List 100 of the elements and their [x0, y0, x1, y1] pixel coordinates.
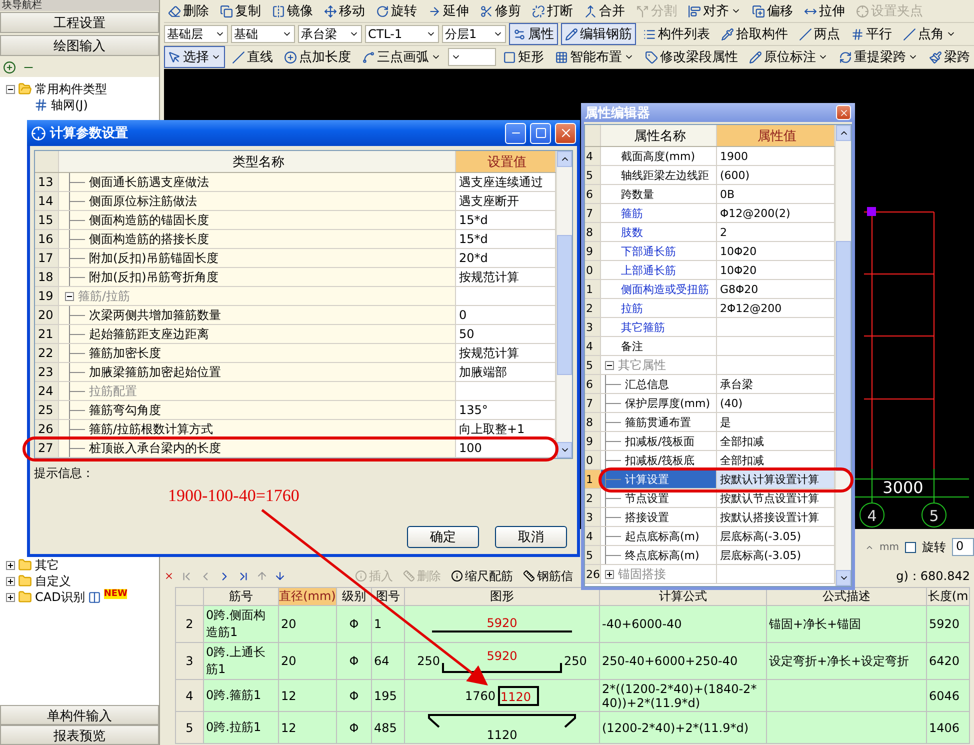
rotate-icon [376, 4, 389, 18]
toolbar-button[interactable]: 直线 [228, 46, 277, 68]
toolbar-button[interactable]: 重提梁跨 [835, 46, 922, 68]
toolbar-button[interactable]: 梁跨 [925, 46, 974, 68]
checkbox[interactable] [905, 542, 916, 552]
ok-button[interactable]: 确定 [407, 526, 479, 548]
toolbar-button[interactable]: 拾取构件 [717, 23, 792, 45]
property-name[interactable]: 计算设置 [601, 470, 717, 488]
mirror-icon [272, 4, 285, 18]
property-value[interactable]: 承台梁 [717, 375, 835, 393]
expander-icon[interactable] [605, 570, 614, 578]
expander-icon[interactable] [6, 84, 15, 94]
toolbar-button[interactable]: 平行 [847, 23, 896, 45]
column-header[interactable]: 直径(mm) [278, 588, 336, 606]
column-header[interactable]: 级别 [336, 588, 372, 606]
close-icon[interactable] [164, 571, 174, 581]
expander-icon[interactable] [6, 576, 15, 586]
dropdown[interactable]: 基础 [231, 25, 295, 43]
setting-value[interactable]: 遇支座断开 [456, 192, 556, 210]
toolbar-button[interactable]: 两点 [795, 23, 844, 45]
toolbar-button[interactable]: 删除 [164, 0, 213, 22]
toolbar-button[interactable]: 修改梁段属性 [641, 46, 742, 68]
tree-item[interactable]: 常用构件类型 [35, 80, 107, 98]
setting-value[interactable]: 遇支座连续通过 [456, 173, 556, 191]
row-number: 25 [35, 401, 59, 419]
toolbar-button[interactable]: 修剪 [476, 0, 525, 22]
close-button[interactable] [555, 122, 576, 144]
toolbar-button[interactable]: 原位标注 [745, 46, 832, 68]
property-value[interactable]: 层底标高(-3.05) [717, 546, 835, 564]
toolbar-button[interactable]: 延伸 [424, 0, 473, 22]
last-icon[interactable] [237, 570, 250, 582]
nav-tab[interactable]: 工程设置 [0, 12, 159, 33]
close-button[interactable] [836, 105, 851, 120]
toolbar-button[interactable]: 合并 [580, 0, 629, 22]
dropdown[interactable]: 分层1 [442, 25, 506, 43]
toolbar-button[interactable]: 属性 [509, 23, 558, 45]
toolbar-button[interactable]: 镜像 [268, 0, 317, 22]
toolbar-button[interactable]: 对齐 [684, 0, 745, 22]
dropdown[interactable]: 基础层 [164, 25, 228, 43]
column-header[interactable]: 公式描述 [766, 588, 926, 606]
toolbar-button[interactable]: 打断 [528, 0, 577, 22]
column-header[interactable]: 图形 [404, 588, 600, 606]
nav-tab[interactable]: 报表预览 [0, 725, 159, 745]
expander-icon[interactable] [6, 592, 15, 602]
table-cell: 0跨.箍筋1 [204, 680, 278, 712]
row-number: 2 [585, 489, 601, 507]
cancel-button[interactable]: 取消 [495, 526, 567, 548]
move-down-icon[interactable] [274, 570, 286, 582]
tree-item[interactable]: 其它 [35, 556, 59, 574]
scrollbar[interactable] [835, 125, 851, 586]
toolbar-button[interactable]: 拉伸 [800, 0, 849, 22]
toolbar-button[interactable]: 选择 [164, 46, 225, 68]
toolbar-button[interactable]: 三点画弧 [358, 46, 445, 68]
toolbar-button[interactable]: 编辑钢筋 [561, 23, 636, 45]
setting-value[interactable]: 按规范计算 [456, 344, 556, 362]
expander-icon[interactable] [6, 560, 15, 570]
expand-all-icon[interactable] [3, 60, 16, 74]
toolbar-button[interactable]: 移动 [320, 0, 369, 22]
tree-item[interactable]: CAD识别 [35, 588, 85, 606]
toolbar-button[interactable]: 点角 [899, 23, 960, 45]
property-value[interactable]: 全部扣减 [717, 432, 835, 450]
setting-value[interactable]: 加腋端部 [456, 363, 556, 381]
tree-item[interactable]: 轴网(J) [51, 96, 88, 114]
expander-icon[interactable] [605, 360, 614, 370]
rectangle-icon [503, 50, 516, 64]
scrollbar[interactable] [556, 151, 572, 458]
property-value[interactable]: 是 [717, 413, 835, 431]
column-header[interactable]: 筋号 [204, 588, 278, 606]
toolbar-button[interactable]: 旋转 [372, 0, 421, 22]
row-number: 9 [585, 242, 601, 260]
toolbar-button[interactable]: 偏移 [748, 0, 797, 22]
setting-value[interactable]: 按规范计算 [456, 268, 556, 286]
window-title: 属性编辑器 [585, 104, 651, 122]
toolbar-button[interactable]: 钢筋信 [521, 568, 575, 584]
expander-icon[interactable] [65, 292, 74, 300]
angle-field[interactable]: 0 [952, 538, 974, 556]
toolbar-button[interactable]: 智能布置 [551, 46, 638, 68]
minimize-button[interactable] [505, 122, 526, 144]
dropdown[interactable]: CTL-1 [365, 25, 439, 43]
toolbar-button[interactable]: 缩尺配筋 [449, 568, 515, 584]
toolbar-button[interactable]: 点加长度 [280, 46, 355, 68]
column-header[interactable]: 长度(m [926, 588, 970, 606]
scroll-thumb[interactable] [557, 234, 572, 374]
toolbar-button[interactable]: 复制 [216, 0, 265, 22]
maximize-button[interactable] [530, 122, 551, 144]
toolbar-button[interactable]: 矩形 [499, 46, 548, 68]
hint-label: 提示信息： [34, 465, 95, 482]
property-value[interactable]: 层底标高(-3.05) [717, 527, 835, 545]
tree-item[interactable]: 自定义 [35, 572, 71, 590]
toolbar-button[interactable]: 构件列表 [639, 23, 714, 45]
table-cell: 6046 [926, 680, 970, 712]
nav-tab[interactable]: 绘图输入 [0, 35, 159, 56]
nav-tab[interactable]: 单构件输入 [0, 705, 159, 725]
scroll-thumb[interactable] [836, 240, 851, 470]
property-value[interactable]: 按默认搭接设置计算 [717, 508, 835, 526]
property-value[interactable]: 按默认计算设置计算 [717, 470, 835, 488]
row-number: 0 [585, 261, 601, 279]
property-value[interactable]: 全部扣减 [717, 451, 835, 469]
arc-icon [362, 50, 375, 64]
dropdown[interactable]: 承台梁 [298, 25, 362, 43]
